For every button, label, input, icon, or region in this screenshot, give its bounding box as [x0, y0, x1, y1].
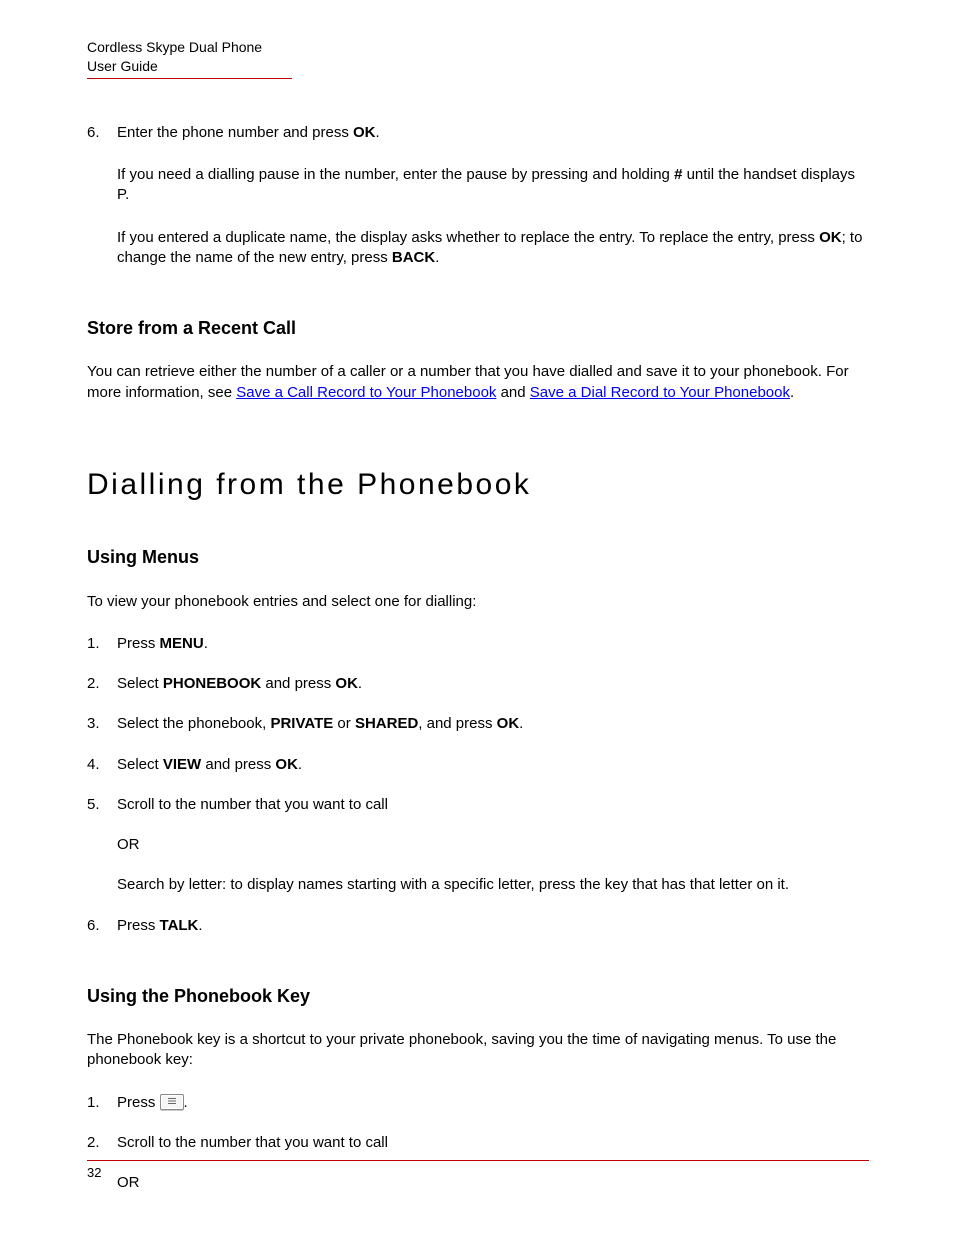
- list-text: Press TALK.: [117, 916, 869, 936]
- key-label: BACK: [392, 249, 435, 266]
- step5-alt: Search by letter: to display names start…: [117, 875, 869, 895]
- list-text: Press .: [117, 1093, 869, 1113]
- page: Cordless Skype Dual Phone User Guide 6. …: [0, 0, 954, 1240]
- step5-or: OR: [117, 835, 869, 855]
- key-label: OK: [335, 675, 358, 692]
- header-rule: [87, 78, 292, 79]
- footer-rule: [87, 1160, 869, 1161]
- key-label: SHARED: [355, 715, 418, 732]
- text-run: and: [496, 384, 529, 401]
- text-run: .: [376, 124, 380, 141]
- key-label: OK: [819, 229, 842, 246]
- key-label: OK: [353, 124, 376, 141]
- list-number: 2.: [87, 1133, 117, 1153]
- list-number: 5.: [87, 795, 117, 815]
- text-run: .: [298, 756, 302, 773]
- continued-step-6: 6. Enter the phone number and press OK. …: [87, 123, 869, 268]
- list-text: Scroll to the number that you want to ca…: [117, 795, 869, 815]
- using-menus-steps: 1. Press MENU. 2. Select PHONEBOOK and p…: [87, 634, 869, 936]
- list-text: Select PHONEBOOK and press OK.: [117, 674, 869, 694]
- key-label: TALK: [160, 917, 199, 934]
- heading-dialling-from-phonebook: Dialling from the Phonebook: [87, 465, 869, 506]
- text-run: Scroll to the number that you want to ca…: [117, 796, 388, 813]
- header-title-line1: Cordless Skype Dual Phone: [87, 38, 869, 57]
- list-text: Scroll to the number that you want to ca…: [117, 1133, 869, 1153]
- key-label: PHONEBOOK: [163, 675, 261, 692]
- body-content: 6. Enter the phone number and press OK. …: [87, 123, 869, 1194]
- text-run: Scroll to the number that you want to ca…: [117, 1134, 388, 1151]
- heading-store-recent-call: Store from a Recent Call: [87, 316, 869, 340]
- text-run: .: [435, 249, 439, 266]
- store-paragraph: You can retrieve either the number of a …: [87, 362, 869, 403]
- text-run: .: [204, 635, 208, 652]
- list-item: 4. Select VIEW and press OK.: [87, 755, 869, 775]
- key-label: OK: [275, 756, 298, 773]
- text-run: Press: [117, 917, 160, 934]
- list-item: 1. Press .: [87, 1093, 869, 1113]
- key-label: VIEW: [163, 756, 201, 773]
- text-run: Press: [117, 1094, 160, 1111]
- text-run: Enter the phone number and press: [117, 124, 353, 141]
- list-item: 2. Scroll to the number that you want to…: [87, 1133, 869, 1153]
- list-number: 4.: [87, 755, 117, 775]
- text-run: If you need a dialling pause in the numb…: [117, 166, 674, 183]
- step6-note1: If you need a dialling pause in the numb…: [117, 165, 869, 206]
- text-run: Select: [117, 756, 163, 773]
- page-header: Cordless Skype Dual Phone User Guide: [87, 38, 869, 79]
- text-run: or: [333, 715, 355, 732]
- page-footer: 32: [87, 1160, 869, 1180]
- link-save-dial-record[interactable]: Save a Dial Record to Your Phonebook: [530, 384, 790, 401]
- list-item: 1. Press MENU.: [87, 634, 869, 654]
- list-text: Select VIEW and press OK.: [117, 755, 869, 775]
- text-run: If you entered a duplicate name, the dis…: [117, 229, 819, 246]
- key-label: OK: [497, 715, 520, 732]
- text-run: Select: [117, 675, 163, 692]
- list-number: 6.: [87, 916, 117, 936]
- phonebook-key-icon: [160, 1094, 184, 1110]
- using-menus-intro: To view your phonebook entries and selec…: [87, 592, 869, 612]
- list-item: 6. Enter the phone number and press OK.: [87, 123, 869, 143]
- key-label: MENU: [160, 635, 204, 652]
- header-title-line2: User Guide: [87, 57, 869, 76]
- key-label: PRIVATE: [270, 715, 333, 732]
- phonebook-key-intro: The Phonebook key is a shortcut to your …: [87, 1030, 869, 1071]
- list-number: 3.: [87, 714, 117, 734]
- text-run: and press: [261, 675, 335, 692]
- list-text: Select the phonebook, PRIVATE or SHARED,…: [117, 714, 869, 734]
- page-number: 32: [87, 1165, 869, 1180]
- list-item: 3. Select the phonebook, PRIVATE or SHAR…: [87, 714, 869, 734]
- list-number: 2.: [87, 674, 117, 694]
- text-run: and press: [201, 756, 275, 773]
- text-run: .: [358, 675, 362, 692]
- text-run: , and press: [418, 715, 496, 732]
- text-run: .: [790, 384, 794, 401]
- list-number: 1.: [87, 1093, 117, 1113]
- link-save-call-record[interactable]: Save a Call Record to Your Phonebook: [236, 384, 496, 401]
- step6-note2: If you entered a duplicate name, the dis…: [117, 228, 869, 269]
- list-number: 1.: [87, 634, 117, 654]
- list-text: Press MENU.: [117, 634, 869, 654]
- text-run: Press: [117, 635, 160, 652]
- list-text: Enter the phone number and press OK.: [117, 123, 869, 143]
- heading-using-phonebook-key: Using the Phonebook Key: [87, 984, 869, 1008]
- list-item: 5. Scroll to the number that you want to…: [87, 795, 869, 815]
- text-run: .: [519, 715, 523, 732]
- text-run: Select the phonebook,: [117, 715, 270, 732]
- list-number: 6.: [87, 123, 117, 143]
- text-run: .: [198, 917, 202, 934]
- list-item: 2. Select PHONEBOOK and press OK.: [87, 674, 869, 694]
- heading-using-menus: Using Menus: [87, 545, 869, 569]
- list-item: 6. Press TALK.: [87, 916, 869, 936]
- text-run: .: [184, 1094, 188, 1111]
